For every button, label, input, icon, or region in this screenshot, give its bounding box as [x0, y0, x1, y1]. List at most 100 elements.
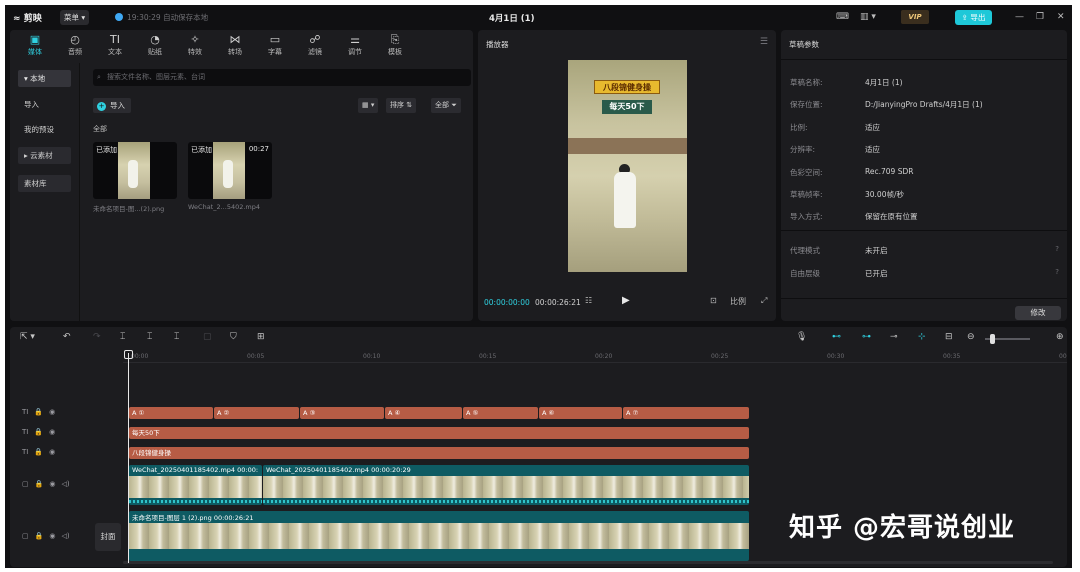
redo-icon[interactable]: ↷	[93, 332, 101, 342]
split-left-icon[interactable]: ⌶	[147, 332, 152, 342]
ruler-tick: 00:35	[943, 353, 961, 360]
aspect-ratio-button[interactable]: 比例	[730, 296, 746, 307]
video-track-icon: ▢	[22, 480, 29, 488]
import-button[interactable]: + 导入	[93, 98, 131, 113]
time-ruler[interactable]: 00:00 00:05 00:10 00:15 00:20 00:25 00:30 00:35…	[123, 351, 1067, 363]
split-right-icon[interactable]: ⌶	[174, 332, 179, 342]
layout-icon[interactable]: ▥ ▾	[860, 11, 876, 23]
main-menu-button[interactable]: 菜单 ▾	[60, 10, 90, 25]
lock-icon[interactable]: 🔒	[35, 480, 44, 488]
transition-icon: ⋈	[229, 33, 241, 46]
sidebar-item[interactable]: 素材库	[18, 175, 71, 192]
text-clip[interactable]: 每天50下	[129, 427, 749, 439]
audio-icon[interactable]: ◁)	[61, 480, 69, 488]
microphone-icon[interactable]: 🎙	[796, 332, 807, 342]
eye-icon[interactable]: ◉	[49, 408, 55, 416]
eye-icon[interactable]: ◉	[49, 448, 55, 456]
zoom-slider-handle[interactable]	[990, 334, 995, 344]
eye-icon[interactable]: ◉	[49, 428, 55, 436]
sidebar-item[interactable]: ▸ 云素材	[18, 147, 71, 164]
timecode-grid-icon[interactable]: ☷	[585, 296, 592, 305]
preview-axis-icon[interactable]: ⊹	[918, 332, 926, 342]
tab-audio[interactable]: ◴ 音频	[60, 33, 90, 57]
image-clip[interactable]: 未命名项目-图层 1 (2).png 00:00:26:21	[129, 511, 749, 561]
sidebar-item[interactable]: ▾ 本地	[18, 70, 71, 87]
lock-icon[interactable]: 🔒	[35, 532, 44, 540]
param-value: 适应	[865, 145, 880, 155]
image-edit-icon[interactable]: ⊞	[257, 332, 265, 342]
text-clip[interactable]: A ⑥	[539, 407, 622, 419]
marker-icon[interactable]: ⛉	[230, 332, 237, 342]
sort-button[interactable]: 排序 ⇅	[386, 98, 417, 113]
tab-media[interactable]: ▣ 媒体	[20, 33, 50, 57]
shortcut-icon[interactable]: ⌨	[836, 11, 849, 23]
tab-subtitle[interactable]: ▭ 字幕	[260, 33, 290, 57]
audio-waveform	[263, 500, 749, 503]
help-icon[interactable]: ?	[1055, 268, 1059, 276]
text-clip[interactable]: A ②	[214, 407, 299, 419]
zoom-out-icon[interactable]: ⊖	[967, 332, 975, 342]
menu-icon[interactable]: ☰	[760, 37, 768, 47]
text-icon: TI	[110, 33, 120, 46]
tab-effects[interactable]: ✧ 特效	[180, 33, 210, 57]
split-icon[interactable]: ⌶	[120, 332, 125, 342]
filter-button[interactable]: 全部 ⏷	[431, 98, 461, 113]
sidebar-item[interactable]: 我的预设	[18, 121, 71, 138]
auto-snap-icon[interactable]: ⊶	[862, 332, 871, 342]
video-clip-label: WeChat_20250401185402.mp4 00:00:	[132, 466, 259, 474]
cover-button[interactable]: 封面	[95, 523, 121, 551]
param-label: 色彩空间:	[790, 167, 823, 177]
export-button[interactable]: ⇪ 导出	[955, 10, 992, 25]
text-clip[interactable]: 八段锦健身操	[129, 447, 749, 459]
video-clip[interactable]: WeChat_20250401185402.mp4 00:00:	[129, 465, 262, 505]
lock-icon[interactable]: 🔒	[34, 448, 43, 456]
view-mode-button[interactable]: ▦ ▾	[358, 98, 379, 113]
audio-icon[interactable]: ◁)	[61, 532, 69, 540]
media-search-input[interactable]: ⌕ 搜索文件名称、图层元素、台词	[93, 69, 471, 86]
edit-params-button[interactable]: 修改	[1015, 306, 1061, 320]
tab-filter[interactable]: ☍ 滤镜	[300, 33, 330, 57]
text-clip[interactable]: A ⑤	[463, 407, 538, 419]
text-clip[interactable]: A ①	[129, 407, 213, 419]
image-clip-label: 未命名项目-图层 1 (2).png 00:00:26:21	[132, 514, 254, 522]
close-icon[interactable]: ✕	[1057, 11, 1065, 23]
lock-icon[interactable]: 🔒	[34, 408, 43, 416]
minimize-icon[interactable]: —	[1015, 11, 1024, 23]
restore-icon[interactable]: ❐	[1036, 11, 1044, 23]
help-icon[interactable]: ?	[1055, 245, 1059, 253]
text-clip[interactable]: A ④	[385, 407, 462, 419]
tab-adjust[interactable]: ⚌ 调节	[340, 33, 370, 57]
delete-icon[interactable]: ▢	[203, 332, 212, 342]
timeline-scrollbar[interactable]	[123, 561, 1053, 564]
tab-transition[interactable]: ⋈ 转场	[220, 33, 250, 57]
caption-icon[interactable]: ⊟	[945, 332, 953, 342]
lock-icon[interactable]: 🔒	[34, 428, 43, 436]
select-tool-icon[interactable]: ⇱ ▾	[20, 332, 35, 342]
text-clip-label: A ⑦	[626, 409, 639, 417]
text-clip-label: A ①	[132, 409, 145, 417]
playhead[interactable]	[128, 353, 129, 563]
media-thumbnail[interactable]: 已添加	[93, 142, 177, 199]
undo-icon[interactable]: ↶	[63, 332, 71, 342]
link-icon[interactable]: ⊸	[890, 332, 898, 342]
fullscreen-icon[interactable]: ⤢	[761, 296, 767, 306]
snapshot-icon[interactable]: ⊡	[710, 296, 717, 305]
tab-text[interactable]: TI 文本	[100, 33, 130, 57]
play-button[interactable]: ▶	[622, 295, 630, 306]
text-clip-label: A ⑤	[466, 409, 479, 417]
video-preview[interactable]: 八段锦健身操 每天50下	[568, 60, 687, 272]
tab-template[interactable]: ⎘ 模板	[380, 33, 410, 57]
grid-icon: ▦	[362, 101, 369, 109]
vip-badge[interactable]: VIP	[901, 10, 929, 24]
eye-icon[interactable]: ◉	[49, 480, 55, 488]
tab-sticker[interactable]: ◔ 贴纸	[140, 33, 170, 57]
video-clip[interactable]: WeChat_20250401185402.mp4 00:00:20:29	[263, 465, 749, 505]
text-clip[interactable]: A ③	[300, 407, 384, 419]
media-thumbnail[interactable]: 已添加 00:27	[188, 142, 272, 199]
zoom-fit-icon[interactable]: ⊕	[1056, 332, 1064, 342]
text-clip[interactable]: A ⑦	[623, 407, 749, 419]
sidebar-item[interactable]: 导入	[18, 96, 71, 113]
eye-icon[interactable]: ◉	[49, 532, 55, 540]
main-track-magnet-icon[interactable]: ⊷	[832, 332, 841, 342]
tab-label: 字幕	[268, 48, 282, 56]
